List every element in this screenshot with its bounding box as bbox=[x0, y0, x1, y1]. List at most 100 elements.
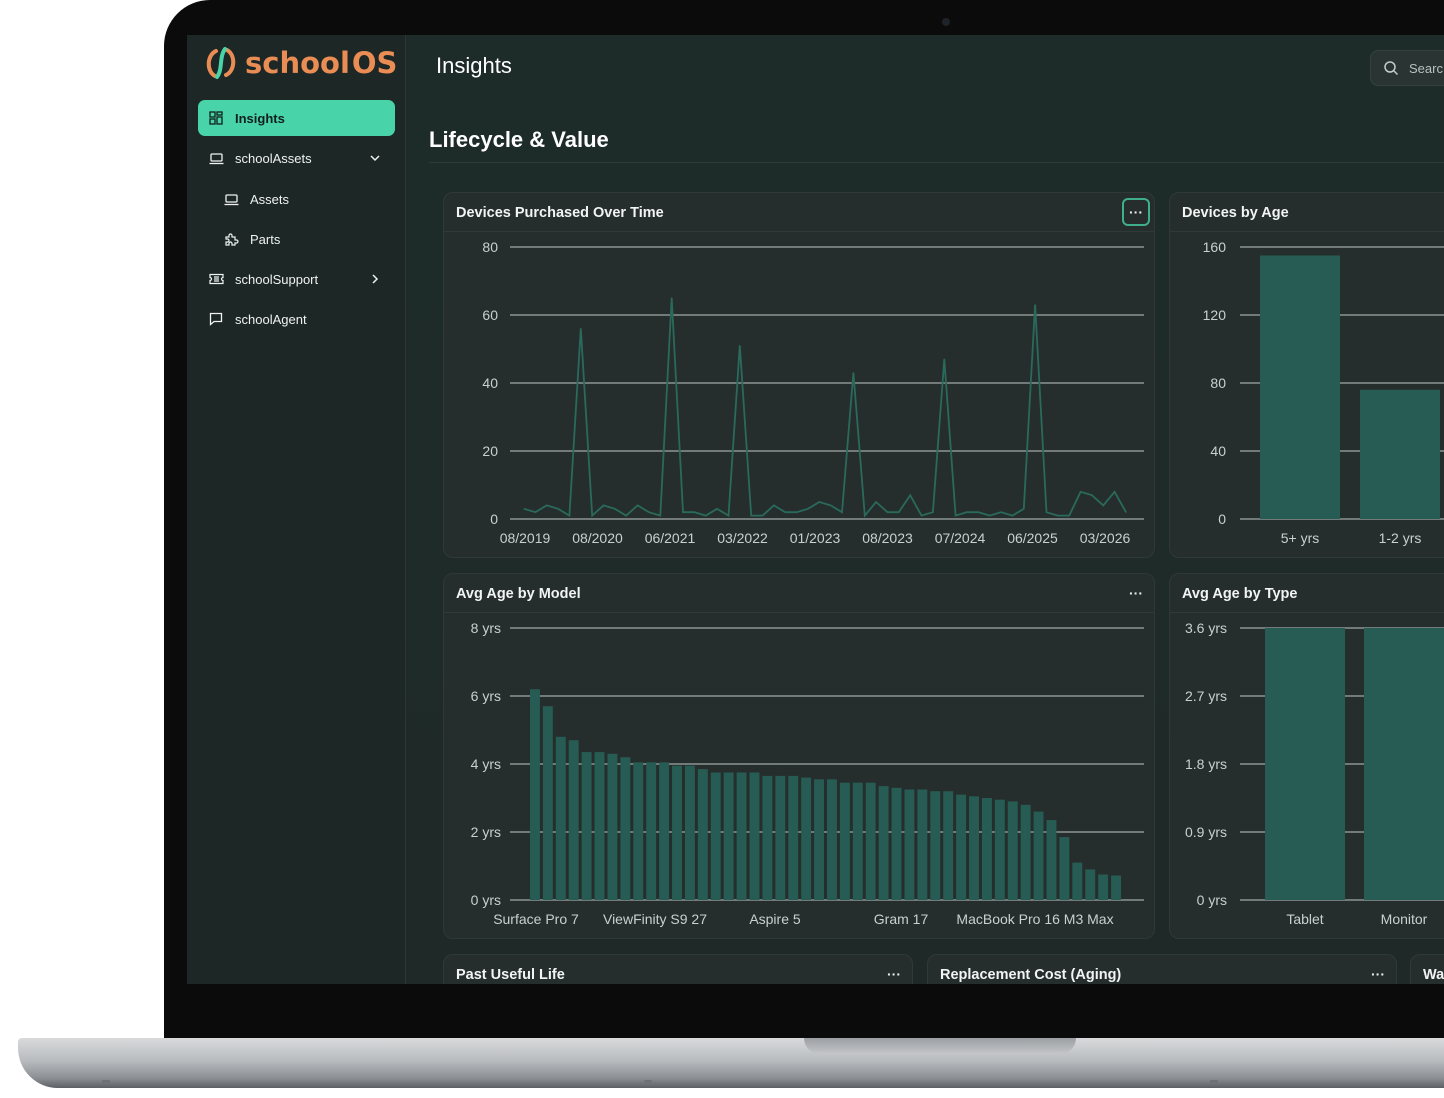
data-point bbox=[739, 345, 741, 347]
data-point bbox=[716, 508, 718, 510]
section-divider bbox=[429, 162, 1444, 163]
schoolos-logo-icon bbox=[206, 47, 236, 79]
card-past-useful-life: Past Useful Life ··· bbox=[443, 954, 913, 984]
laptop-icon bbox=[223, 191, 239, 207]
bar bbox=[981, 798, 992, 900]
bar bbox=[1059, 837, 1070, 900]
bar bbox=[710, 772, 721, 900]
brand-name-school: school bbox=[245, 46, 350, 80]
bar bbox=[852, 782, 863, 900]
series-line bbox=[523, 297, 1127, 518]
x-tick-label: 01/2023 bbox=[790, 530, 841, 546]
data-point bbox=[534, 511, 536, 513]
data-point bbox=[614, 508, 616, 510]
y-tick-label: 0 yrs bbox=[471, 892, 501, 908]
brand-name-os: OS bbox=[351, 46, 398, 80]
card-wa: Wa bbox=[1410, 954, 1444, 984]
card-replacement-cost: Replacement Cost (Aging) ··· bbox=[927, 954, 1397, 984]
card-avg-age-by-type: Avg Age by Type 0 yrs 0.9 yrs 1.8 yrs 2.7 y… bbox=[1169, 573, 1444, 939]
bar bbox=[659, 762, 670, 900]
sidebar-item-label: Assets bbox=[250, 191, 290, 207]
bar bbox=[1072, 862, 1083, 900]
bar bbox=[672, 765, 682, 900]
sidebar-item-parts[interactable]: Parts bbox=[198, 221, 395, 257]
search-input[interactable]: Searc bbox=[1370, 50, 1444, 86]
x-tick-label: 08/2019 bbox=[500, 530, 551, 546]
card-devices-purchased: Devices Purchased Over Time ··· 0 20 40 60 8… bbox=[443, 192, 1155, 558]
x-tick-label: Monitor bbox=[1381, 911, 1428, 927]
page-title: Insights bbox=[436, 53, 512, 78]
data-point bbox=[682, 511, 684, 513]
x-tick-label: 07/2024 bbox=[935, 530, 986, 546]
data-point bbox=[886, 511, 889, 513]
bar bbox=[1020, 804, 1031, 900]
sidebar-item-schoolassets[interactable]: schoolAssets bbox=[198, 140, 395, 176]
bar bbox=[865, 782, 876, 900]
laptop-foot bbox=[1210, 1080, 1218, 1083]
bar bbox=[904, 789, 915, 900]
y-tick-label: 0.9 yrs bbox=[1185, 824, 1227, 840]
x-tick-label: 03/2022 bbox=[717, 530, 768, 546]
sidebar-item-schoolagent[interactable]: schoolAgent bbox=[198, 301, 395, 337]
data-point bbox=[591, 515, 593, 517]
chat-icon bbox=[208, 311, 224, 327]
search-placeholder: Searc bbox=[1409, 60, 1443, 76]
bar bbox=[555, 736, 566, 900]
sidebar-item-schoolsupport[interactable]: schoolSupport bbox=[198, 261, 395, 297]
bar bbox=[646, 762, 657, 900]
bar bbox=[1360, 389, 1440, 519]
bar bbox=[930, 791, 941, 900]
bar bbox=[788, 775, 799, 900]
data-point bbox=[523, 508, 525, 510]
laptop-foot bbox=[644, 1080, 652, 1083]
bar bbox=[568, 740, 579, 900]
sidebar-item-insights[interactable]: Insights bbox=[198, 100, 395, 136]
data-point bbox=[648, 511, 650, 513]
chevron-down-icon[interactable] bbox=[367, 150, 383, 166]
x-tick-label: 03/2026 bbox=[1080, 530, 1131, 546]
bar bbox=[1046, 820, 1057, 900]
bar bbox=[723, 772, 734, 900]
y-tick-label: 1.8 yrs bbox=[1185, 756, 1227, 772]
card-title: Past Useful Life bbox=[456, 967, 565, 983]
bar bbox=[956, 794, 967, 900]
data-point bbox=[1068, 515, 1070, 517]
sidebar-item-assets[interactable]: Assets bbox=[198, 181, 395, 217]
x-tick-label: 1-2 yrs bbox=[1379, 530, 1422, 546]
data-point bbox=[784, 511, 786, 513]
data-point bbox=[920, 515, 923, 517]
chevron-right-icon[interactable] bbox=[367, 271, 383, 287]
bar bbox=[839, 782, 850, 900]
bar bbox=[530, 689, 540, 900]
card-title: Wa bbox=[1423, 967, 1444, 983]
brand-logo[interactable]: school OS bbox=[201, 43, 397, 83]
bar bbox=[633, 762, 644, 900]
y-tick-label: 20 bbox=[482, 443, 498, 459]
more-options-button[interactable]: ··· bbox=[1364, 960, 1392, 984]
y-tick-label: 40 bbox=[1210, 443, 1226, 459]
data-point bbox=[1079, 491, 1082, 493]
y-tick-label: 2.7 yrs bbox=[1185, 688, 1227, 704]
bar bbox=[1033, 811, 1044, 900]
y-tick-label: 2 yrs bbox=[471, 824, 501, 840]
y-tick-label: 160 bbox=[1203, 239, 1227, 255]
bar-chart-avg-age-by-model: 0 yrs 2 yrs 4 yrs 6 yrs 8 yrs Surface Pro 7 Vi… bbox=[471, 620, 1144, 927]
sidebar-item-label: schoolAssets bbox=[235, 150, 312, 166]
bar bbox=[891, 787, 902, 900]
section-title: Lifecycle & Value bbox=[429, 127, 609, 152]
x-tick-label: 06/2025 bbox=[1007, 530, 1058, 546]
more-options-button[interactable]: ··· bbox=[880, 960, 908, 984]
data-point bbox=[557, 508, 559, 510]
data-point bbox=[580, 328, 582, 330]
bar bbox=[878, 786, 889, 900]
webcam bbox=[942, 18, 950, 26]
bar bbox=[736, 772, 747, 900]
y-tick-label: 8 yrs bbox=[471, 620, 501, 636]
bar bbox=[969, 796, 979, 900]
ticket-icon bbox=[208, 271, 224, 287]
y-tick-label: 80 bbox=[1210, 375, 1226, 391]
bar bbox=[697, 769, 708, 900]
x-tick-label: 5+ yrs bbox=[1281, 530, 1320, 546]
bar bbox=[1007, 801, 1018, 900]
screen: school OS Insights schoolAssets Assets P… bbox=[187, 35, 1444, 984]
